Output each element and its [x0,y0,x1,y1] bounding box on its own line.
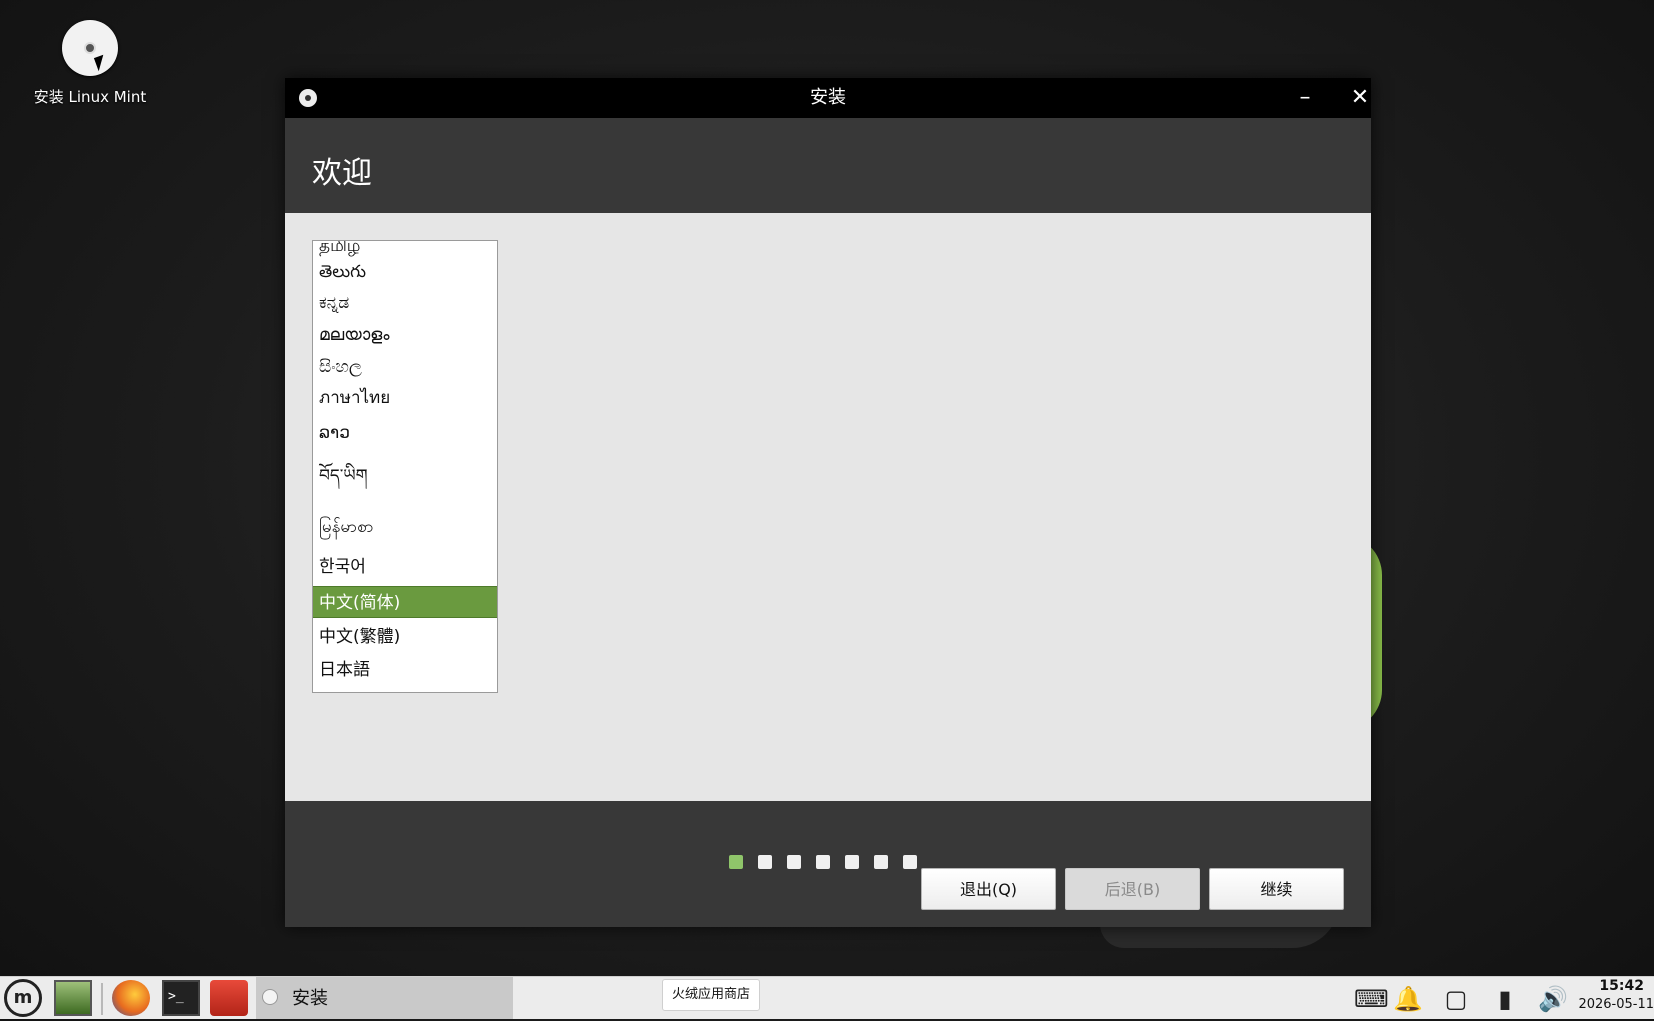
language-item[interactable]: తెలుగు [313,258,497,286]
language-item[interactable]: བོད་ཡིག [313,456,497,496]
language-item[interactable]: ລາວ [313,418,497,448]
taskbar-window-label: 安装 [292,988,328,1009]
progress-dot [787,855,801,869]
install-disc-icon [62,20,118,76]
close-button[interactable]: ✕ [1340,78,1380,118]
progress-dot [874,855,888,869]
notification-bell-icon[interactable]: 🔔 [1393,986,1423,1012]
show-desktop-icon[interactable] [54,980,92,1016]
language-item[interactable]: 한국어 [313,551,497,583]
installer-window: 安装 – ✕ 欢迎 தமிழ் తెలుగు ಕನ್ನಡ മലയാളം සිංහල ภาษ… [285,78,1371,927]
installer-disc-icon [262,989,278,1005]
language-item[interactable]: മലയാളം [313,321,497,349]
language-item[interactable]: தமிழ் [313,241,497,259]
clock-date: 2026-05-11 [1578,997,1654,1012]
page-title: 欢迎 [312,156,372,191]
quit-button[interactable]: 退出(Q) [921,868,1056,910]
taskbar-clock[interactable]: 15:42 2026-05-11 [1570,978,1654,1012]
window-titlebar[interactable]: 安装 – ✕ [285,78,1371,118]
continue-button[interactable]: 继续 [1209,868,1344,910]
battery-icon[interactable]: ▮ [1492,986,1518,1012]
back-button[interactable]: 后退(B) [1065,868,1200,910]
desktop-icon-label: 安装 Linux Mint [33,88,147,106]
progress-dot [903,855,917,869]
desktop-icon-install-linux-mint[interactable]: 安装 Linux Mint [22,20,158,107]
progress-dot [816,855,830,869]
keyboard-icon[interactable]: ⌨ [1354,986,1389,1012]
progress-dot [845,855,859,869]
language-item[interactable]: ภาษาไทย [313,384,497,412]
terminal-icon[interactable]: >_ [162,980,200,1016]
language-list[interactable]: தமிழ் తెలుగు ಕನ್ನಡ മലയാളം සිංහල ภาษาไทย ລາວ བོད… [312,240,498,693]
language-item[interactable]: සිංහල [313,353,497,381]
language-item[interactable]: 中文(繁體) [313,621,497,653]
taskbar-window-installer[interactable]: 安装 [256,977,513,1019]
language-item[interactable]: 日本語 [313,654,497,686]
window-title: 安装 [810,87,846,108]
language-item-selected[interactable]: 中文(简体) [313,586,497,618]
tooltip: 火绒应用商店 [662,979,761,1011]
window-manager-icon[interactable]: ▢ [1443,986,1469,1012]
page-header: 欢迎 [285,118,1371,213]
firefox-icon[interactable] [112,980,150,1016]
taskbar-separator [101,983,103,1015]
content-area: தமிழ் తెలుగు ಕನ್ನಡ മലയാളം සිංහල ภาษาไทย ລາວ བོད… [285,213,1371,910]
volume-icon[interactable]: 🔊 [1538,986,1568,1012]
app-store-icon[interactable] [210,980,248,1016]
progress-dot [758,855,772,869]
progress-dot-active [729,855,743,869]
clock-time: 15:42 [1599,978,1644,994]
language-item[interactable]: ಕನ್ನಡ [313,289,497,317]
mint-menu-icon[interactable]: m [4,979,42,1017]
language-item[interactable]: မြန်မာစာ [313,509,497,545]
minimize-button[interactable]: – [1285,78,1325,118]
